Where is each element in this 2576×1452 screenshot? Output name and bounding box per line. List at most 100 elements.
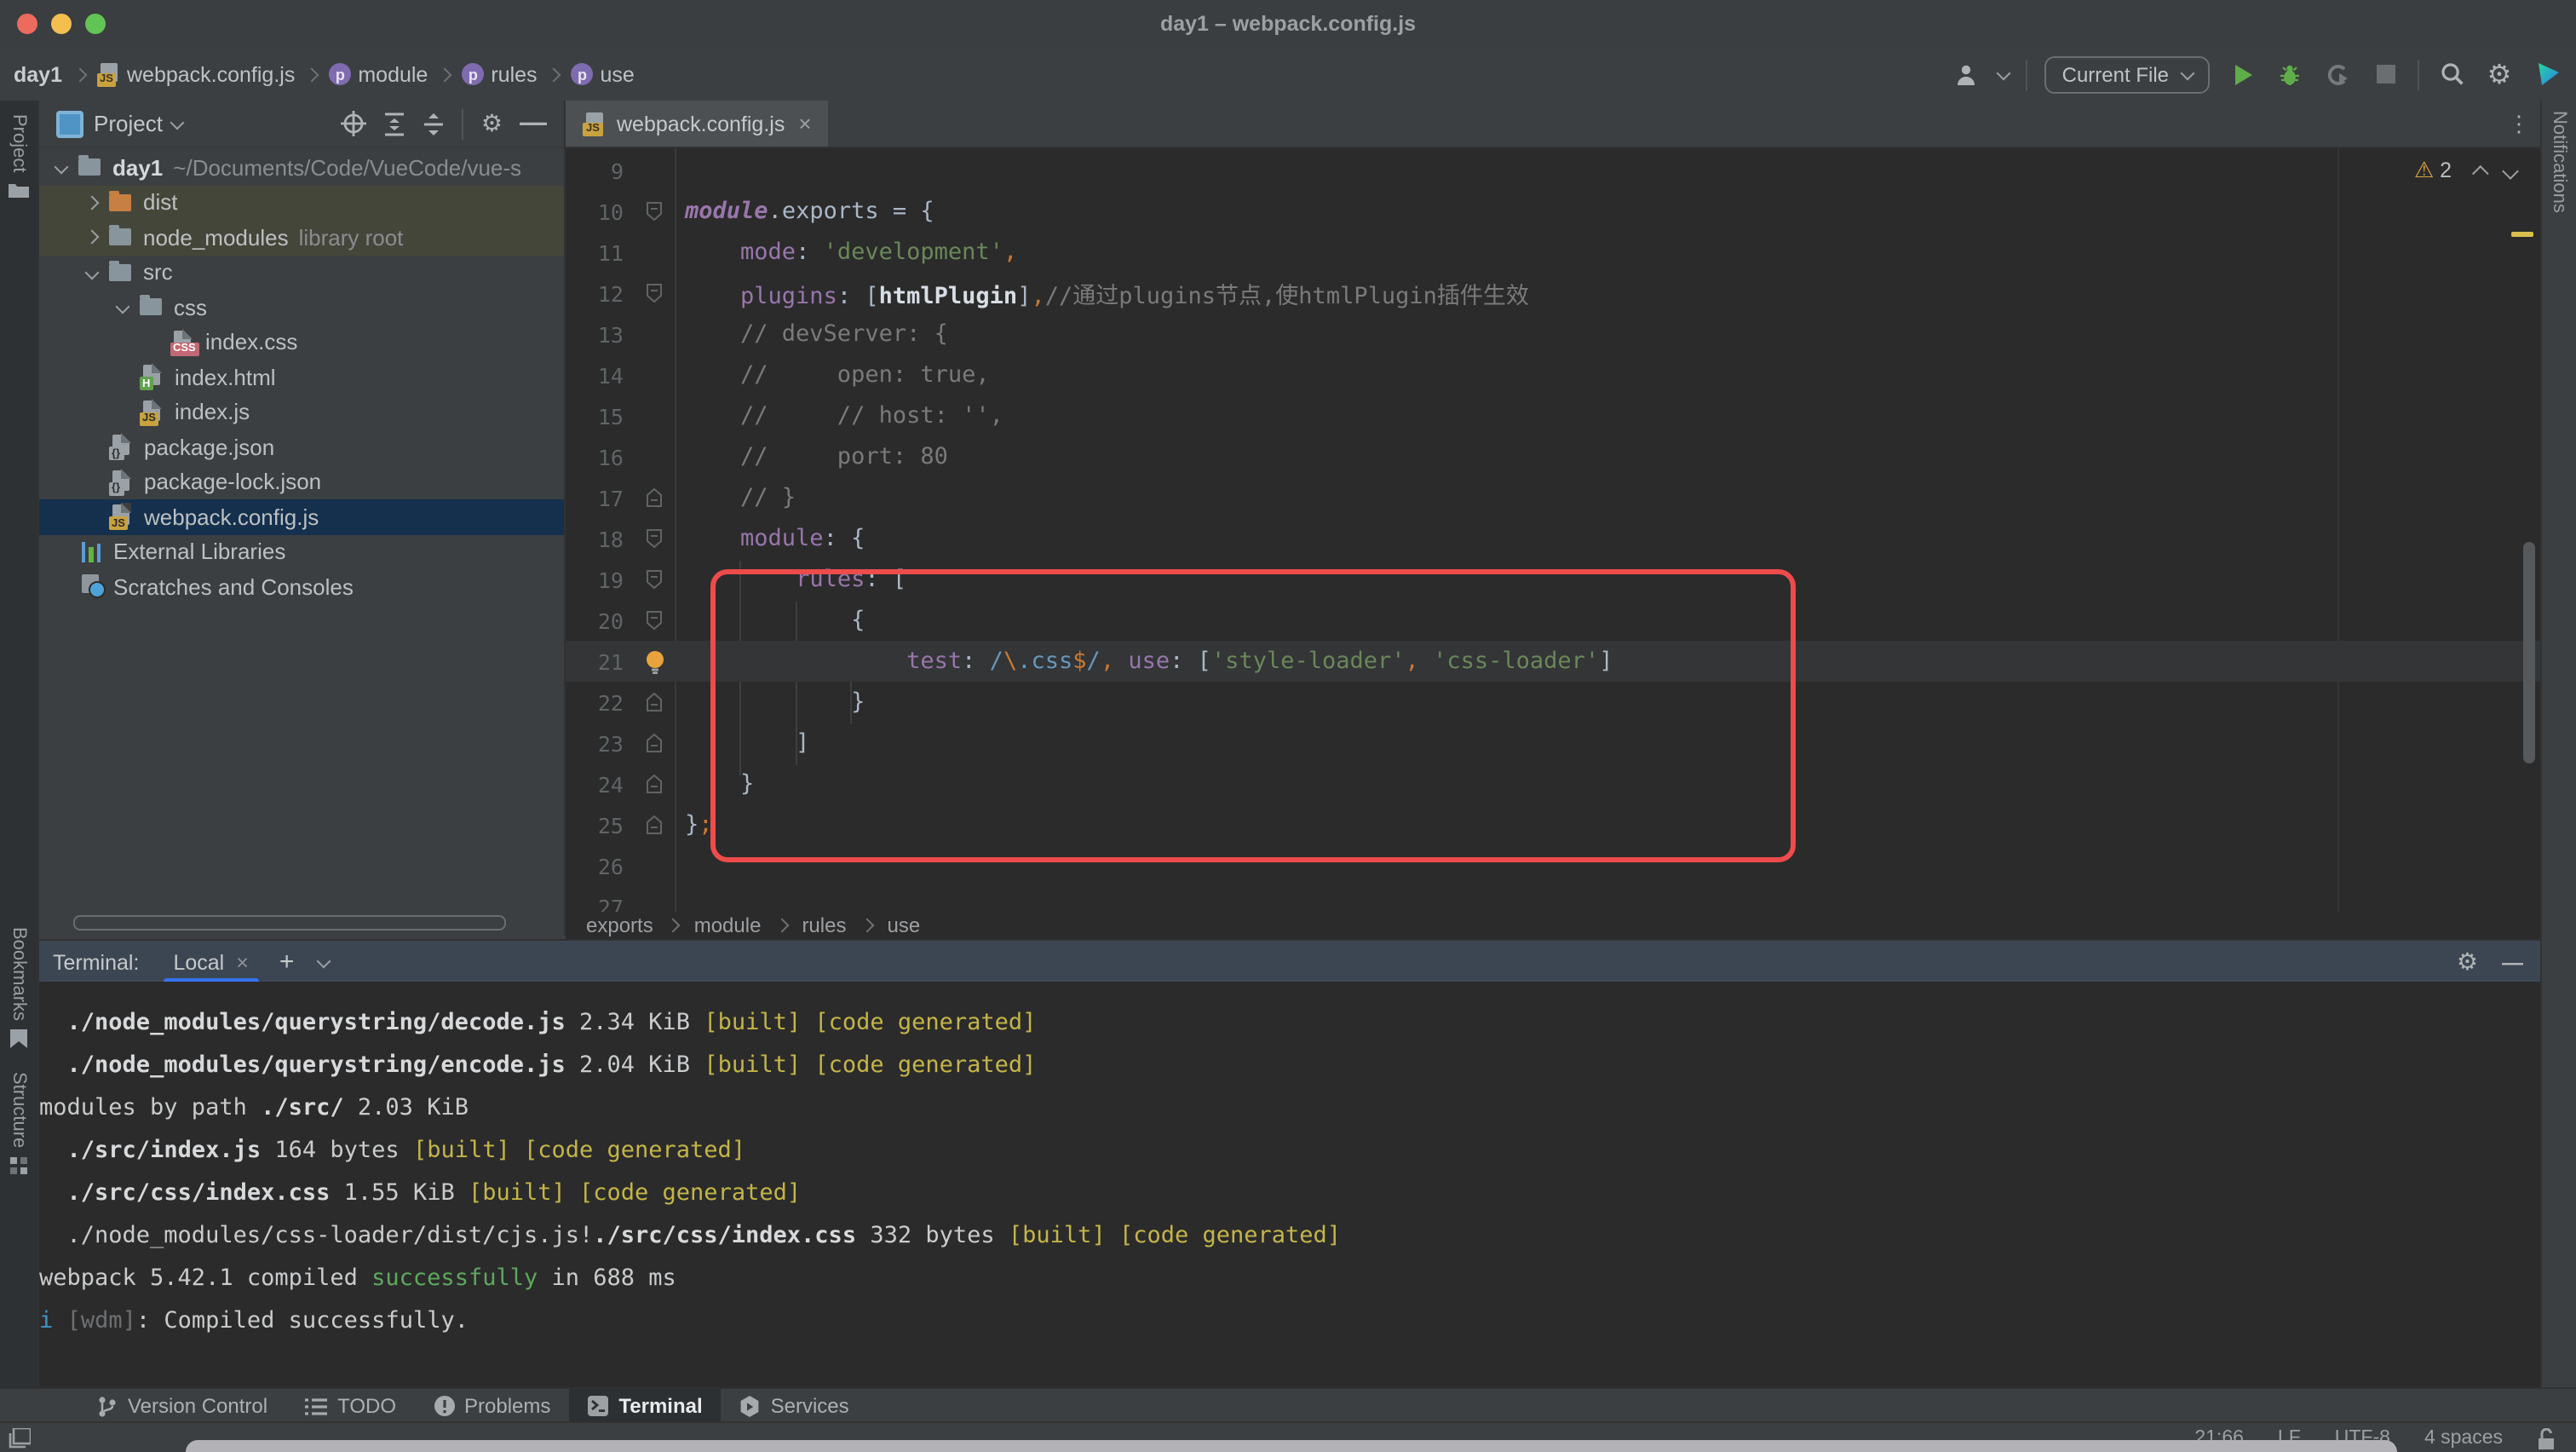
chevron-right-icon[interactable] xyxy=(85,230,100,245)
code-line-13[interactable]: 13 // devServer: { xyxy=(566,314,2540,354)
code-line-23[interactable]: 23 ] xyxy=(566,723,2540,763)
code-line-27[interactable]: 27 xyxy=(566,886,2540,912)
tree-item-index-html[interactable]: Hindex.html xyxy=(39,360,564,395)
code-line-25[interactable]: 25}; xyxy=(566,804,2540,845)
tree-item-external-libraries[interactable]: External Libraries xyxy=(39,534,564,569)
stop-button[interactable] xyxy=(2370,59,2401,89)
intention-bulb-icon[interactable] xyxy=(624,648,685,674)
close-tab-icon[interactable]: × xyxy=(798,111,811,136)
code-line-19[interactable]: 19 rules: [ xyxy=(566,559,2540,600)
tool-window-button-terminal[interactable]: Terminal xyxy=(569,1389,721,1423)
fold-marker-icon[interactable] xyxy=(624,569,685,590)
code-line-15[interactable]: 15 // // host: '', xyxy=(566,395,2540,436)
editor-tab-webpack-config[interactable]: JS webpack.config.js × xyxy=(566,101,829,147)
panel-settings-gear-icon[interactable]: ⚙ xyxy=(481,110,503,137)
tree-item-day1[interactable]: day1~/Documents/Code/VueCode/vue-s xyxy=(39,150,564,185)
code-line-16[interactable]: 16 // port: 80 xyxy=(566,436,2540,477)
inspection-widget[interactable]: ⚠ 2 xyxy=(2414,158,2516,184)
fold-marker-icon[interactable] xyxy=(624,487,685,508)
terminal-tab-local[interactable]: Local × xyxy=(159,941,262,983)
terminal-output[interactable]: ./node_modules/querystring/decode.js 2.3… xyxy=(39,982,2540,1387)
code-line-12[interactable]: 12 plugins: [htmlPlugin],//通过plugins节点,使… xyxy=(566,273,2540,314)
tree-item-package-json[interactable]: {}package.json xyxy=(39,429,564,464)
chevron-down-icon[interactable] xyxy=(116,300,130,314)
editor-breadcrumb-item[interactable]: rules xyxy=(802,913,846,937)
expand-all-icon[interactable] xyxy=(384,112,406,135)
fold-marker-icon[interactable] xyxy=(624,610,685,631)
tree-item-src[interactable]: src xyxy=(39,255,564,290)
next-problem-icon[interactable] xyxy=(2502,163,2519,180)
tree-item-scratches-and-consoles[interactable]: Scratches and Consoles xyxy=(39,569,564,604)
breadcrumb-item[interactable]: prules xyxy=(462,62,537,86)
tool-window-button-todo[interactable]: TODO xyxy=(286,1389,415,1423)
fold-marker-icon[interactable] xyxy=(624,692,685,712)
editor-breadcrumb-item[interactable]: module xyxy=(694,913,762,937)
tree-item-node-modules[interactable]: node_moduleslibrary root xyxy=(39,220,564,255)
collapse-all-icon[interactable] xyxy=(423,112,446,135)
breadcrumb-item[interactable]: JSwebpack.config.js xyxy=(96,62,295,86)
tree-item-css[interactable]: css xyxy=(39,290,564,325)
select-opened-file-icon[interactable] xyxy=(342,111,367,136)
close-terminal-tab-icon[interactable]: × xyxy=(236,950,249,974)
vertical-scrollbar[interactable] xyxy=(2523,542,2535,763)
tool-window-button-version-control[interactable]: Version Control xyxy=(78,1389,286,1423)
hide-panel-icon[interactable]: — xyxy=(520,108,547,139)
fold-marker-icon[interactable] xyxy=(624,815,685,835)
code-line-21[interactable]: 21 test: /\.css$/, use: ['style-loader',… xyxy=(566,641,2540,682)
tool-windows-toggle-icon[interactable] xyxy=(9,1428,31,1449)
code-line-14[interactable]: 14 // open: true, xyxy=(566,354,2540,395)
search-everywhere-icon[interactable] xyxy=(2436,59,2467,89)
user-account-icon[interactable] xyxy=(1952,59,1982,89)
chevron-down-icon[interactable] xyxy=(316,954,331,968)
editor-body[interactable]: 910module.exports = {11 mode: 'developme… xyxy=(566,148,2540,912)
chevron-down-icon[interactable] xyxy=(55,160,69,175)
lock-icon[interactable] xyxy=(2537,1427,2556,1449)
new-terminal-icon[interactable]: + xyxy=(279,948,295,977)
terminal-settings-gear-icon[interactable]: ⚙ xyxy=(2457,948,2478,976)
warning-stripe-mark[interactable] xyxy=(2511,232,2533,237)
code-line-9[interactable]: 9 xyxy=(566,150,2540,191)
code-line-11[interactable]: 11 mode: 'development', xyxy=(566,232,2540,273)
settings-gear-icon[interactable]: ⚙ xyxy=(2484,59,2515,89)
editor-breadcrumb-item[interactable]: exports xyxy=(586,913,653,937)
code-lines[interactable]: 910module.exports = {11 mode: 'developme… xyxy=(566,150,2540,912)
code-line-17[interactable]: 17 // } xyxy=(566,477,2540,518)
tool-window-button-problems[interactable]: Problems xyxy=(415,1389,569,1423)
project-panel-title[interactable]: Project xyxy=(94,111,163,136)
fold-marker-icon[interactable] xyxy=(624,528,685,549)
editor-breadcrumb-item[interactable]: use xyxy=(887,913,920,937)
hide-terminal-icon[interactable]: — xyxy=(2502,950,2523,974)
fold-marker-icon[interactable] xyxy=(624,201,685,222)
run-button[interactable] xyxy=(2227,59,2257,89)
profile-button[interactable] xyxy=(2322,59,2353,89)
prev-problem-icon[interactable] xyxy=(2472,165,2489,182)
breadcrumb-item[interactable]: day1 xyxy=(14,62,62,86)
code-line-20[interactable]: 20 { xyxy=(566,600,2540,641)
indent-style[interactable]: 4 spaces xyxy=(2424,1428,2503,1449)
tool-stripe-structure[interactable]: Structure xyxy=(0,1073,37,1174)
tree-item-package-lock-json[interactable]: {}package-lock.json xyxy=(39,464,564,499)
tree-item-index-css[interactable]: CSSindex.css xyxy=(39,325,564,360)
chevron-down-icon[interactable] xyxy=(85,265,100,279)
fold-marker-icon[interactable] xyxy=(624,774,685,794)
code-line-26[interactable]: 26 xyxy=(566,845,2540,886)
tree-item-dist[interactable]: dist xyxy=(39,185,564,220)
horizontal-scrollbar[interactable] xyxy=(73,915,506,931)
tab-options-icon[interactable]: ⋮ xyxy=(2508,110,2530,137)
breadcrumb-item[interactable]: pmodule xyxy=(329,62,428,86)
tool-window-button-services[interactable]: Services xyxy=(722,1389,868,1423)
run-configuration-select[interactable]: Current File xyxy=(2045,55,2210,93)
tool-stripe-notifications[interactable]: Notifications xyxy=(2542,111,2576,213)
tool-stripe-bookmarks[interactable]: Bookmarks xyxy=(0,928,37,1049)
tree-item-index-js[interactable]: JSindex.js xyxy=(39,395,564,429)
code-line-18[interactable]: 18 module: { xyxy=(566,518,2540,559)
breadcrumb-item[interactable]: puse xyxy=(572,62,635,86)
code-line-24[interactable]: 24 } xyxy=(566,763,2540,804)
tree-item-webpack-config-js[interactable]: JSwebpack.config.js xyxy=(39,499,564,534)
code-line-22[interactable]: 22 } xyxy=(566,682,2540,723)
fold-marker-icon[interactable] xyxy=(624,733,685,753)
code-line-10[interactable]: 10module.exports = { xyxy=(566,191,2540,232)
tool-stripe-project[interactable]: Project xyxy=(0,114,37,199)
fold-marker-icon[interactable] xyxy=(624,283,685,303)
macos-dock[interactable] xyxy=(186,1440,2397,1452)
